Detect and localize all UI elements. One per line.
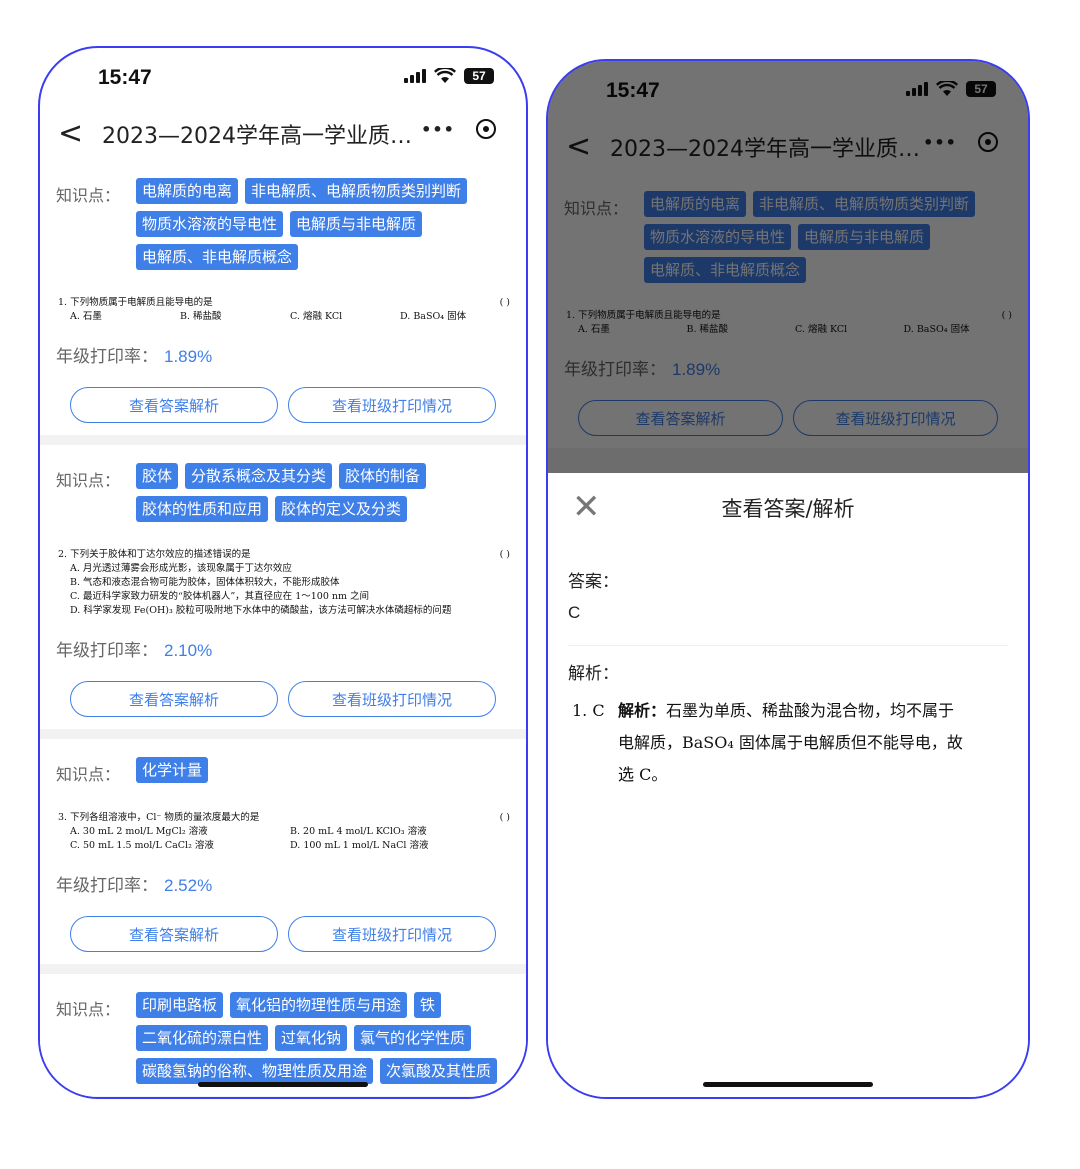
option-d: D. 100 mL 1 mol/L NaCl 溶液: [290, 840, 429, 851]
view-class-print-button[interactable]: 查看班级打印情况: [288, 387, 496, 423]
view-answer-button[interactable]: 查看答案解析: [70, 387, 278, 423]
option-a: A. 30 mL 2 mol/L MgCl₂ 溶液: [70, 826, 208, 837]
knowledge-tag[interactable]: 电解质与非电解质: [290, 211, 423, 237]
wifi-icon: [434, 68, 456, 83]
home-indicator[interactable]: [198, 1082, 368, 1087]
mini-program-capsule: •••: [414, 112, 510, 146]
print-rate: 年级打印率： 2.10%: [56, 636, 510, 661]
question-list[interactable]: 知识点： 电解质的电离 非电解质、电解质物质类别判断 物质水溶液的导电性 电解质…: [40, 160, 526, 1097]
status-bar: 15:47 57: [40, 48, 526, 108]
option-d: D. 科学家发现 Fe(OH)₃ 胶粒可吸附地下水体中的磷酸盐，该方法可解决水体…: [70, 605, 452, 616]
knowledge-point-label: 知识点：: [56, 1000, 121, 1019]
knowledge-tag[interactable]: 氧化铝的物理性质与用途: [230, 992, 408, 1018]
knowledge-tag[interactable]: 铁: [414, 992, 442, 1018]
page-title: 2023—2024学年高一学业质…: [102, 124, 412, 149]
knowledge-tag[interactable]: 非电解质、电解质物质类别判断: [245, 178, 468, 204]
knowledge-point-label: 知识点：: [56, 186, 121, 205]
nav-bar: < 2023—2024学年高一学业质… •••: [40, 110, 526, 158]
answer-bottom-sheet: ✕ 查看答案/解析 答案： C 解析： 1. C 解析：石墨为单质、稀盐酸为混合物…: [548, 473, 1028, 1097]
knowledge-tag[interactable]: 分散系概念及其分类: [185, 463, 333, 489]
knowledge-point-label: 知识点：: [56, 471, 121, 490]
print-rate-label: 年级打印率：: [56, 641, 158, 661]
answer-paren: ( ): [499, 297, 510, 308]
question-text: 2. 下列关于胶体和丁达尔效应的描述错误的是 ( ) A. 月光透过薄雾会形成光影…: [58, 548, 510, 618]
print-rate-value: 2.52%: [164, 876, 213, 895]
knowledge-tag[interactable]: 胶体的性质和应用: [136, 496, 269, 522]
knowledge-tag[interactable]: 化学计量: [136, 757, 209, 783]
print-rate-value: 2.10%: [164, 641, 213, 660]
option-c: C. 熔融 KCl: [290, 311, 343, 322]
knowledge-tag[interactable]: 物质水溶液的导电性: [136, 211, 284, 237]
view-answer-button[interactable]: 查看答案解析: [70, 916, 278, 952]
option-c: C. 最近科学家致力研发的“胶体机器人”，其直径应在 1～100 nm 之间: [70, 591, 370, 602]
knowledge-tag[interactable]: 次氯酸及其性质: [380, 1058, 498, 1084]
analysis-heading: 解析：: [618, 701, 667, 720]
back-chevron-icon[interactable]: <: [58, 116, 83, 151]
background-page: 15:47 57 < 2023—2024学年高一学业质… ••• 知识点： 电解…: [548, 61, 1028, 473]
print-rate-label: 年级打印率：: [56, 347, 158, 367]
option-a: A. 石墨: [70, 311, 102, 322]
modal-backdrop[interactable]: [548, 61, 1028, 473]
question-stem: 2. 下列关于胶体和丁达尔效应的描述错误的是: [58, 549, 251, 560]
question-card: 知识点： 化学计量 3. 下列各组溶液中，Cl⁻ 物质的量浓度最大的是 ( ) A…: [40, 739, 526, 964]
phone-screen-list: 15:47 57 < 2023—2024学年高一学业质… ••• 知识点： 电解…: [38, 46, 528, 1099]
knowledge-tag[interactable]: 胶体: [136, 463, 179, 489]
signal-icon: [404, 69, 426, 83]
knowledge-point-label: 知识点：: [56, 765, 121, 784]
analysis-number: 1. C: [572, 701, 605, 720]
print-rate: 年级打印率： 1.89%: [56, 342, 510, 367]
knowledge-tag[interactable]: 氯气的化学性质: [354, 1025, 472, 1051]
question-stem: 3. 下列各组溶液中，Cl⁻ 物质的量浓度最大的是: [58, 812, 260, 823]
analysis-line: 电解质，BaSO₄ 固体属于电解质但不能导电，故: [618, 733, 963, 752]
question-stem: 1. 下列物质属于电解质且能导电的是: [58, 297, 213, 308]
question-text: 1. 下列物质属于电解质且能导电的是 ( ) A. 石墨 B. 稀盐酸 C. 熔融…: [58, 296, 510, 324]
knowledge-tag[interactable]: 过氧化钠: [275, 1025, 348, 1051]
sheet-title: 查看答案/解析: [721, 497, 855, 521]
question-text: 3. 下列各组溶液中，Cl⁻ 物质的量浓度最大的是 ( ) A. 30 mL 2 …: [58, 811, 510, 853]
answer-value: C: [568, 603, 581, 622]
option-b: B. 稀盐酸: [180, 311, 222, 322]
question-card: 知识点： 胶体 分散系概念及其分类 胶体的制备 胶体的性质和应用 胶体的定义及分…: [40, 445, 526, 729]
knowledge-tag[interactable]: 胶体的制备: [339, 463, 427, 489]
analysis-line: 石墨为单质、稀盐酸为混合物，均不属于: [666, 701, 955, 720]
knowledge-tag[interactable]: 电解质、非电解质概念: [136, 244, 299, 270]
question-card: 知识点： 电解质的电离 非电解质、电解质物质类别判断 物质水溶液的导电性 电解质…: [40, 160, 526, 435]
answer-label: 答案：: [568, 572, 619, 592]
view-answer-button[interactable]: 查看答案解析: [70, 681, 278, 717]
option-b: B. 气态和液态混合物可能为胶体，固体体积较大，不能形成胶体: [70, 577, 340, 588]
print-rate-value: 1.89%: [164, 347, 213, 366]
knowledge-tag[interactable]: 胶体的定义及分类: [275, 496, 408, 522]
answer-paren: ( ): [499, 549, 510, 560]
analysis-label: 解析：: [568, 664, 619, 684]
divider: [568, 645, 1008, 646]
knowledge-tag[interactable]: 碳酸氢钠的俗称、物理性质及用途: [136, 1058, 374, 1084]
answer-paren: ( ): [499, 812, 510, 823]
analysis-text: 1. C 解析：石墨为单质、稀盐酸为混合物，均不属于 电解质，BaSO₄ 固体属于…: [572, 695, 1002, 791]
print-rate: 年级打印率： 2.52%: [56, 871, 510, 896]
knowledge-tag[interactable]: 二氧化硫的漂白性: [136, 1025, 269, 1051]
knowledge-tag[interactable]: 印刷电路板: [136, 992, 224, 1018]
more-menu-icon[interactable]: •••: [414, 120, 462, 139]
status-time: 15:47: [98, 66, 152, 89]
battery-icon: 57: [464, 68, 494, 84]
question-card: 知识点： 印刷电路板 氧化铝的物理性质与用途 铁 二氧化硫的漂白性 过氧化钠 氯…: [40, 974, 526, 1096]
option-b: B. 20 mL 4 mol/L KClO₃ 溶液: [290, 826, 427, 837]
analysis-line: 选 C。: [618, 765, 668, 784]
view-class-print-button[interactable]: 查看班级打印情况: [288, 681, 496, 717]
print-rate-label: 年级打印率：: [56, 876, 158, 896]
option-d: D. BaSO₄ 固体: [400, 311, 467, 322]
close-miniapp-icon[interactable]: [462, 119, 510, 139]
home-indicator[interactable]: [703, 1082, 873, 1087]
phone-screen-answer-sheet: 15:47 57 < 2023—2024学年高一学业质… ••• 知识点： 电解…: [546, 59, 1030, 1099]
option-a: A. 月光透过薄雾会形成光影，该现象属于丁达尔效应: [70, 563, 292, 574]
option-c: C. 50 mL 1.5 mol/L CaCl₂ 溶液: [70, 840, 214, 851]
knowledge-tag[interactable]: 电解质的电离: [136, 178, 239, 204]
view-class-print-button[interactable]: 查看班级打印情况: [288, 916, 496, 952]
